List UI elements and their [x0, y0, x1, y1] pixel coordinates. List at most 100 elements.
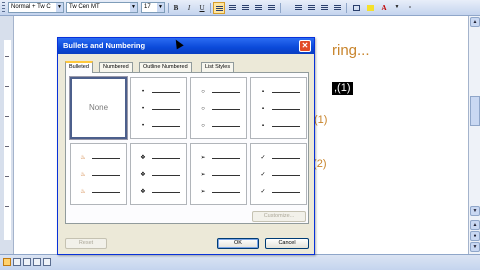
- bullets-button[interactable]: [305, 2, 317, 14]
- bullet-diamond-icon: ❖: [140, 189, 146, 195]
- bullet-arrow-icon: ➢: [200, 172, 206, 178]
- font-color-button[interactable]: A: [378, 2, 390, 14]
- bullet-circle-icon: ○: [201, 123, 205, 129]
- web-layout-view-icon[interactable]: [13, 258, 21, 266]
- toolbar-separator: [210, 3, 211, 13]
- bullet-style-circle[interactable]: ○ ○ ○: [190, 77, 247, 139]
- bullet-style-square[interactable]: ▪ ▪ ▪: [250, 77, 307, 139]
- toolbar-separator: [280, 3, 281, 13]
- tab-list-styles[interactable]: List Styles: [201, 62, 235, 72]
- line-spacing-icon: [267, 5, 275, 11]
- chevron-down-icon[interactable]: ▼: [130, 3, 137, 12]
- bullet-arrow-icon: ➢: [200, 189, 206, 195]
- bullet-style-dot[interactable]: • • •: [130, 77, 187, 139]
- numbering-icon: [294, 5, 302, 11]
- bullet-dot-icon: •: [141, 106, 145, 112]
- ruler-tick: [5, 86, 9, 87]
- highlight-button[interactable]: [364, 2, 376, 14]
- bullet-style-picture[interactable]: ♨ ♨ ♨: [70, 143, 127, 205]
- ruler-tick: [5, 116, 9, 117]
- next-page-button[interactable]: ▼: [470, 242, 480, 252]
- ruler-tick: [5, 56, 9, 57]
- bullet-picture-icon: ♨: [80, 155, 86, 161]
- bullet-style-arrow[interactable]: ➢ ➢ ➢: [190, 143, 247, 205]
- decrease-indent-button[interactable]: [318, 2, 330, 14]
- style-combo[interactable]: Normal + Tw C ▼: [8, 2, 64, 13]
- increase-indent-button[interactable]: [331, 2, 343, 14]
- bold-button[interactable]: B: [170, 2, 182, 14]
- font-color-dropdown[interactable]: ▼: [391, 2, 403, 14]
- underline-button[interactable]: U: [196, 2, 208, 14]
- justify-button[interactable]: [252, 2, 264, 14]
- outline-view-icon[interactable]: [33, 258, 41, 266]
- scroll-up-button[interactable]: ▲: [470, 17, 480, 27]
- vertical-ruler: [0, 16, 14, 254]
- justify-icon: [254, 5, 262, 11]
- bullet-style-none[interactable]: None: [69, 76, 128, 140]
- line-spacing-button[interactable]: [265, 2, 277, 14]
- tab-outline-numbered[interactable]: Outline Numbered: [139, 62, 192, 72]
- numbering-button[interactable]: [292, 2, 304, 14]
- scroll-down-button[interactable]: ▼: [470, 206, 480, 216]
- vertical-scrollbar[interactable]: ▲ ▼ ▲ ● ▼: [468, 16, 480, 254]
- bullet-circle-icon: ○: [201, 89, 205, 95]
- tab-bulleted[interactable]: Bulleted: [65, 61, 93, 73]
- reset-button[interactable]: Reset: [65, 238, 107, 249]
- ok-button[interactable]: OK: [217, 238, 259, 249]
- bullet-check-icon: ✓: [260, 189, 266, 195]
- bullet-square-icon: ▪: [261, 123, 265, 129]
- align-left-icon: [215, 6, 223, 12]
- bullet-check-icon: ✓: [260, 155, 266, 161]
- cancel-button[interactable]: Cancel: [265, 238, 309, 249]
- toolbar-separator: [168, 3, 169, 13]
- italic-button[interactable]: I: [183, 2, 195, 14]
- font-color-label: A: [381, 4, 387, 12]
- style-value: Normal + Tw C: [11, 4, 51, 10]
- bullet-square-icon: ▪: [261, 106, 265, 112]
- chevron-down-icon[interactable]: ▼: [157, 3, 164, 12]
- print-layout-view-icon[interactable]: [23, 258, 31, 266]
- align-left-button[interactable]: [213, 2, 225, 14]
- document-line: (1): [314, 114, 328, 126]
- bullet-picture-icon: ♨: [80, 189, 86, 195]
- dialog-title: Bullets and Numbering: [58, 38, 314, 54]
- increase-indent-icon: [333, 5, 341, 11]
- bullet-arrow-icon: ➢: [200, 155, 206, 161]
- none-label: None: [88, 103, 109, 112]
- bullet-style-diamond-cluster[interactable]: ❖ ❖ ❖: [130, 143, 187, 205]
- bullet-diamond-icon: ❖: [140, 172, 146, 178]
- bullet-circle-icon: ○: [201, 106, 205, 112]
- chevron-down-icon: »: [408, 5, 412, 10]
- bullet-square-icon: ▪: [261, 89, 265, 95]
- font-size-combo[interactable]: 17 ▼: [141, 2, 165, 13]
- font-size-value: 17: [144, 4, 151, 10]
- bullet-style-checkmark[interactable]: ✓ ✓ ✓: [250, 143, 307, 205]
- bullet-dot-icon: •: [141, 89, 145, 95]
- chevron-down-icon: ▼: [394, 5, 400, 10]
- select-browse-object-button[interactable]: ●: [470, 231, 480, 241]
- normal-view-icon[interactable]: [3, 258, 11, 266]
- bullet-check-icon: ✓: [260, 172, 266, 178]
- outside-border-button[interactable]: [350, 2, 362, 14]
- tab-numbered[interactable]: Numbered: [99, 62, 133, 72]
- close-button[interactable]: ✕: [299, 40, 311, 52]
- reading-layout-view-icon[interactable]: [43, 258, 51, 266]
- align-right-button[interactable]: [239, 2, 251, 14]
- chevron-down-icon[interactable]: ▼: [56, 3, 63, 12]
- scroll-thumb[interactable]: [470, 96, 480, 126]
- toolbar-separator: [346, 3, 347, 13]
- bulleted-tab-panel: None • • • ○ ○ ○ ▪ ▪ ▪ ♨ ♨ ♨ ❖ ❖ ❖ ➢ ➢ ➢…: [65, 72, 309, 224]
- font-combo[interactable]: Tw Cen MT ▼: [66, 2, 138, 13]
- bullet-dot-icon: •: [141, 123, 145, 129]
- decrease-indent-icon: [320, 5, 328, 11]
- previous-page-button[interactable]: ▲: [470, 220, 480, 230]
- bullet-picture-icon: ♨: [80, 172, 86, 178]
- bullet-diamond-icon: ❖: [140, 155, 146, 161]
- ruler-tick: [5, 176, 9, 177]
- customize-button[interactable]: Customize...: [252, 211, 306, 222]
- toolbar-grip[interactable]: [2, 2, 5, 14]
- selected-text: ,(1): [332, 82, 353, 95]
- ruler-tick: [5, 146, 9, 147]
- toolbar-options-button[interactable]: »: [404, 2, 416, 14]
- align-center-button[interactable]: [226, 2, 238, 14]
